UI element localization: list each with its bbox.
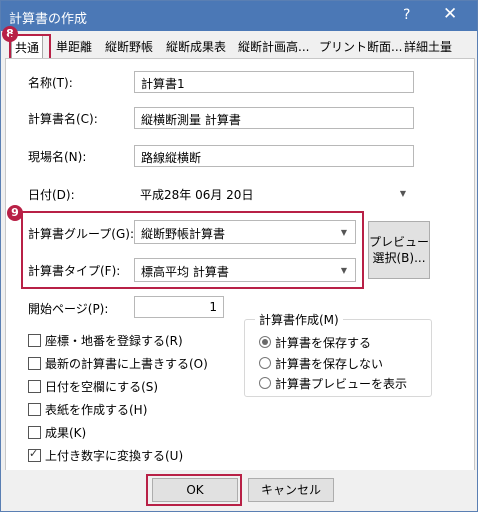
radio-label: 計算書プレビューを表示 xyxy=(275,377,408,391)
group-label: 計算書グループ(G): xyxy=(28,227,134,241)
type-value: 標高平均 計算書 xyxy=(141,265,229,279)
site-name-field[interactable]: 路線縦横断 xyxy=(134,145,414,167)
checkbox-box[interactable] xyxy=(28,357,41,370)
date-label: 日付(D): xyxy=(28,188,75,202)
checkbox-label: 表紙を作成する(H) xyxy=(45,403,148,417)
tab-print-section[interactable]: プリント断面... xyxy=(319,38,402,55)
preview-select-button[interactable]: プレビュー 選択(B)... xyxy=(368,221,430,279)
cancel-button[interactable]: キャンセル xyxy=(248,478,334,502)
title-bar[interactable]: 計算書の作成 ? ✕ xyxy=(1,1,477,31)
checkbox-label: 上付き数字に変換する(U) xyxy=(45,449,184,463)
checkbox-box[interactable] xyxy=(28,403,41,416)
checkbox-label: 日付を空欄にする(S) xyxy=(45,380,159,394)
tab-single-distance[interactable]: 単距離 xyxy=(56,38,92,55)
ok-highlight xyxy=(146,474,242,506)
create-options-group: 計算書作成(M) 計算書を保存する 計算書を保存しない 計算書プレビューを表示 xyxy=(244,311,432,397)
tab-profile-plan-height[interactable]: 縦断計画高... xyxy=(238,38,309,55)
group-select[interactable]: 縦断野帳計算書 ▼ xyxy=(134,220,356,244)
site-name-label: 現場名(N): xyxy=(28,150,87,164)
checkbox-label: 最新の計算書に上書きする(O) xyxy=(45,357,208,371)
checkbox-box[interactable] xyxy=(28,426,41,439)
name-label: 名称(T): xyxy=(28,76,73,90)
checkbox-register-coords[interactable]: 座標・地番を登録する(R) xyxy=(28,332,183,349)
checkbox-label: 成果(K) xyxy=(45,426,87,440)
help-button[interactable]: ? xyxy=(403,7,410,23)
tab-profile-results[interactable]: 縦断成果表 xyxy=(166,38,226,55)
checkbox-label: 座標・地番を登録する(R) xyxy=(45,334,183,348)
name-field[interactable]: 計算書1 xyxy=(134,71,414,93)
chevron-down-icon: ▼ xyxy=(340,266,347,275)
preview-button-line2: 選択(B)... xyxy=(372,251,426,265)
checkbox-superscript[interactable]: ✓ 上付き数字に変換する(U) xyxy=(28,447,183,464)
callout-9: 9 xyxy=(7,205,23,221)
tab-panel-common: 名称(T): 計算書1 計算書名(C): 縦横断測量 計算書 現場名(N): 路… xyxy=(5,58,475,471)
chevron-down-icon: ▼ xyxy=(399,189,406,198)
doc-name-field[interactable]: 縦横断測量 計算書 xyxy=(134,107,414,129)
radio-save[interactable]: 計算書を保存する xyxy=(259,334,371,351)
preview-button-line1: プレビュー xyxy=(369,235,430,249)
date-value: 平成28年 06月 20日 xyxy=(140,188,254,202)
dialog-footer: OK キャンセル xyxy=(1,470,477,511)
checkbox-overwrite-latest[interactable]: 最新の計算書に上書きする(O) xyxy=(28,355,208,372)
checkbox-box[interactable] xyxy=(28,334,41,347)
radio-label: 計算書を保存する xyxy=(275,336,372,350)
tab-bar: 共通 単距離 縦断野帳 縦断成果表 縦断計画高... プリント断面... 詳細土… xyxy=(1,32,477,58)
radio-dont-save[interactable]: 計算書を保存しない xyxy=(259,355,383,372)
doc-name-label: 計算書名(C): xyxy=(28,112,98,126)
tab-highlight xyxy=(9,34,51,60)
dialog-title: 計算書の作成 xyxy=(9,12,88,27)
group-value: 縦断野帳計算書 xyxy=(141,227,226,241)
radio-dot[interactable] xyxy=(259,336,271,348)
dialog-window: 計算書の作成 ? ✕ 共通 単距離 縦断野帳 縦断成果表 縦断計画高... プリ… xyxy=(0,0,478,512)
radio-dot[interactable] xyxy=(259,357,271,369)
radio-label: 計算書を保存しない xyxy=(275,357,384,371)
checkbox-create-cover[interactable]: 表紙を作成する(H) xyxy=(28,401,147,418)
radio-dot[interactable] xyxy=(259,377,271,389)
chevron-down-icon: ▼ xyxy=(340,228,347,237)
checkbox-blank-date[interactable]: 日付を空欄にする(S) xyxy=(28,378,158,395)
close-icon[interactable]: ✕ xyxy=(443,4,457,24)
tab-detailed-volume[interactable]: 詳細土量 xyxy=(404,38,452,55)
start-page-label: 開始ページ(P): xyxy=(28,302,109,316)
check-icon: ✓ xyxy=(29,447,39,460)
radio-show-preview[interactable]: 計算書プレビューを表示 xyxy=(259,375,407,392)
checkbox-box[interactable] xyxy=(28,380,41,393)
checkbox-results[interactable]: 成果(K) xyxy=(28,424,86,441)
start-page-field[interactable]: 1 xyxy=(134,296,224,318)
type-label: 計算書タイプ(F): xyxy=(28,264,121,278)
type-select[interactable]: 標高平均 計算書 ▼ xyxy=(134,258,356,282)
date-picker[interactable]: 平成28年 06月 20日 ▼ xyxy=(134,183,414,205)
tab-profile-fieldbook[interactable]: 縦断野帳 xyxy=(105,38,153,55)
checkbox-box[interactable]: ✓ xyxy=(28,447,41,462)
create-group-legend: 計算書作成(M) xyxy=(255,311,343,328)
